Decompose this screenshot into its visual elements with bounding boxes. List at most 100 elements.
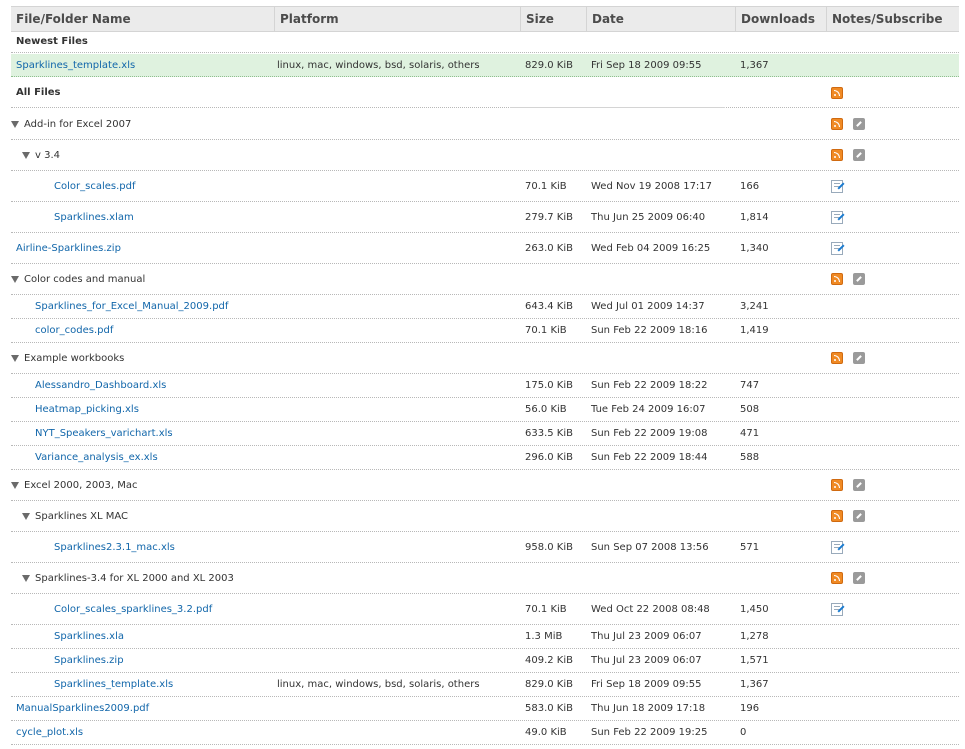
folder-row: Color codes and manual <box>11 264 959 295</box>
file-link[interactable]: Color_scales.pdf <box>54 181 135 192</box>
column-header-notes[interactable]: Notes/Subscribe <box>827 7 959 31</box>
file-size: 633.5 KiB <box>525 428 574 439</box>
rss-feed-icon[interactable] <box>831 86 843 99</box>
file-size: 409.2 KiB <box>525 655 574 666</box>
file-link[interactable]: ManualSparklines2009.pdf <box>16 703 149 714</box>
column-header-date[interactable]: Date <box>587 7 736 31</box>
file-link[interactable]: Variance_analysis_ex.xls <box>35 452 158 463</box>
file-date: Wed Jul 01 2009 14:37 <box>591 301 705 312</box>
release-notes-icon[interactable] <box>831 210 843 224</box>
column-header-platform[interactable]: Platform <box>275 7 521 31</box>
file-row: Heatmap_picking.xls 56.0 KiB Tue Feb 24 20… <box>11 398 959 422</box>
subscribe-icon[interactable] <box>853 149 865 161</box>
file-size: 958.0 KiB <box>525 541 574 553</box>
file-platform: linux, mac, windows, bsd, solaris, other… <box>277 679 480 690</box>
file-row: Sparklines_template.xls linux, mac, windo… <box>11 673 959 697</box>
folder-row: Example workbooks <box>11 343 959 374</box>
release-notes-icon[interactable] <box>831 540 843 554</box>
file-link[interactable]: color_codes.pdf <box>35 325 113 336</box>
file-link[interactable]: Alessandro_Dashboard.xls <box>35 380 166 391</box>
expand-triangle-icon[interactable] <box>22 512 30 520</box>
file-downloads: 588 <box>740 452 760 463</box>
file-downloads: 196 <box>740 703 760 714</box>
file-link[interactable]: Sparklines.xlam <box>54 212 134 223</box>
expand-triangle-icon[interactable] <box>11 120 19 128</box>
folder-name[interactable]: Excel 2000, 2003, Mac <box>24 480 138 491</box>
file-date: Wed Feb 04 2009 16:25 <box>591 242 711 254</box>
file-size: 263.0 KiB <box>525 242 574 254</box>
file-link[interactable]: Color_scales_sparklines_3.2.pdf <box>54 604 212 615</box>
file-row: ManualSparklines2009.pdf 583.0 KiB Thu Jun… <box>11 697 959 721</box>
file-downloads: 1,814 <box>740 211 769 223</box>
expand-triangle-icon[interactable] <box>11 481 19 489</box>
notes-subscribe-cell <box>831 171 843 201</box>
notes-subscribe-cell <box>831 343 865 373</box>
file-size: 49.0 KiB <box>525 727 567 738</box>
file-downloads: 571 <box>740 541 760 553</box>
expand-triangle-icon[interactable] <box>11 275 19 283</box>
rss-feed-icon[interactable] <box>831 352 843 364</box>
folder-name[interactable]: Color codes and manual <box>24 274 145 285</box>
file-link[interactable]: Sparklines.zip <box>54 655 124 666</box>
file-size: 829.0 KiB <box>525 679 574 690</box>
file-date: Thu Jun 25 2009 06:40 <box>591 211 706 223</box>
rss-feed-icon[interactable] <box>831 510 843 522</box>
subscribe-icon[interactable] <box>853 273 865 285</box>
rss-feed-icon[interactable] <box>831 572 843 584</box>
folder-name[interactable]: Add-in for Excel 2007 <box>24 119 131 130</box>
expand-triangle-icon[interactable] <box>22 151 30 159</box>
column-header-size[interactable]: Size <box>521 7 587 31</box>
column-header-name[interactable]: File/Folder Name <box>11 7 275 31</box>
newest-file-link[interactable]: Sparklines_template.xls <box>16 60 135 71</box>
file-downloads: 1,450 <box>740 603 769 615</box>
subscribe-icon[interactable] <box>853 572 865 584</box>
file-date: Fri Sep 18 2009 09:55 <box>591 679 702 690</box>
file-link[interactable]: Sparklines_template.xls <box>54 679 173 690</box>
file-link[interactable]: NYT_Speakers_varichart.xls <box>35 428 173 439</box>
file-downloads: 747 <box>740 380 760 391</box>
expand-triangle-icon[interactable] <box>11 354 19 362</box>
file-size: 70.1 KiB <box>525 603 567 615</box>
file-downloads: 1,419 <box>740 325 769 336</box>
file-row: Variance_analysis_ex.xls 296.0 KiB Sun Feb… <box>11 446 959 470</box>
file-link[interactable]: Sparklines_for_Excel_Manual_2009.pdf <box>35 301 228 312</box>
release-notes-icon[interactable] <box>831 602 843 616</box>
file-downloads: 166 <box>740 180 760 192</box>
release-notes-icon[interactable] <box>831 179 843 193</box>
release-notes-icon[interactable] <box>831 241 843 255</box>
file-downloads: 1,571 <box>740 655 769 666</box>
rss-feed-icon[interactable] <box>831 118 843 130</box>
rss-feed-icon[interactable] <box>831 149 843 161</box>
folder-name[interactable]: Sparklines XL MAC <box>35 511 128 522</box>
file-size: 1.3 MiB <box>525 631 563 642</box>
file-date: Sun Sep 07 2008 13:56 <box>591 541 709 553</box>
file-link[interactable]: Airline-Sparklines.zip <box>16 243 121 254</box>
subscribe-icon[interactable] <box>853 479 865 491</box>
folder-name[interactable]: Example workbooks <box>24 353 124 364</box>
notes-subscribe-cell <box>831 233 843 263</box>
column-header-downloads[interactable]: Downloads <box>736 7 827 31</box>
file-size: 70.1 KiB <box>525 325 567 336</box>
file-row: NYT_Speakers_varichart.xls 633.5 KiB Sun F… <box>11 422 959 446</box>
file-row: Sparklines.xlam 279.7 KiB Thu Jun 25 2009 … <box>11 202 959 233</box>
file-link[interactable]: Heatmap_picking.xls <box>35 404 139 415</box>
subscribe-icon[interactable] <box>853 118 865 130</box>
rss-feed-icon[interactable] <box>831 479 843 491</box>
notes-subscribe-cell <box>831 594 843 624</box>
folder-name[interactable]: v 3.4 <box>35 150 60 161</box>
file-link[interactable]: cycle_plot.xls <box>16 727 83 738</box>
file-row: Sparklines2.3.1_mac.xls 958.0 KiB Sun Sep … <box>11 532 959 563</box>
file-downloads: 508 <box>740 404 760 415</box>
file-link[interactable]: Sparklines2.3.1_mac.xls <box>54 542 175 553</box>
newest-file-date: Fri Sep 18 2009 09:55 <box>591 59 702 71</box>
expand-triangle-icon[interactable] <box>22 574 30 582</box>
subscribe-icon[interactable] <box>853 510 865 522</box>
folder-name[interactable]: Sparklines-3.4 for XL 2000 and XL 2003 <box>35 573 234 584</box>
file-link[interactable]: Sparklines.xla <box>54 631 124 642</box>
section-divider <box>510 107 725 108</box>
file-size: 56.0 KiB <box>525 404 567 415</box>
rss-feed-icon[interactable] <box>831 273 843 285</box>
subscribe-icon[interactable] <box>853 352 865 364</box>
notes-subscribe-cell <box>831 532 843 562</box>
file-date: Sun Feb 22 2009 19:25 <box>591 727 708 738</box>
